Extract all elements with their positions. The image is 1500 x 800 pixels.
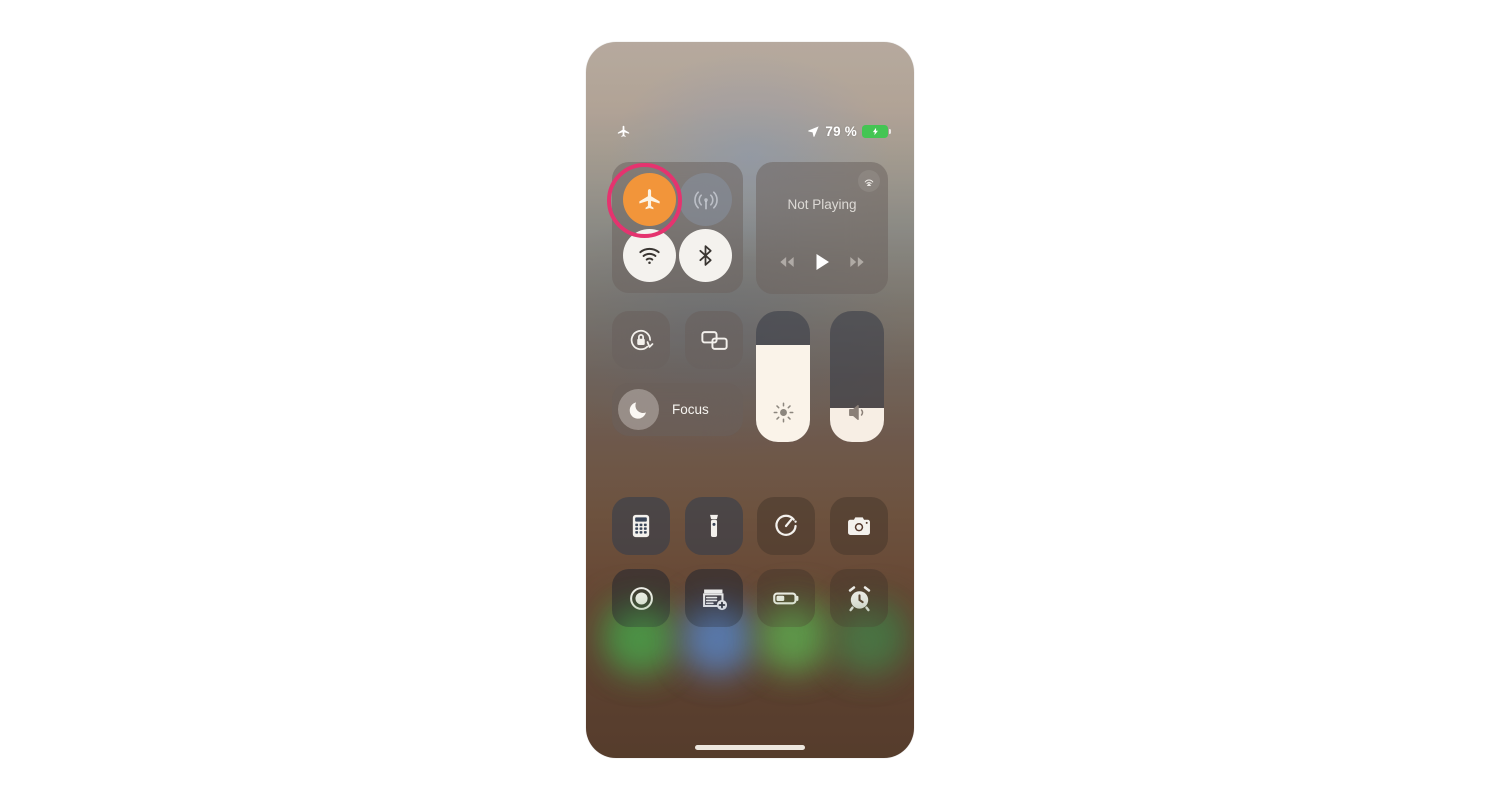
dock-app-blob <box>688 614 744 670</box>
now-playing-module[interactable]: Not Playing <box>756 162 888 294</box>
calculator-button[interactable] <box>612 497 670 555</box>
camera-icon <box>845 512 873 540</box>
volume-icon <box>830 401 884 424</box>
new-note-icon <box>700 584 729 613</box>
camera-button[interactable] <box>830 497 888 555</box>
now-playing-title: Not Playing <box>787 197 857 212</box>
dock-app-blob <box>762 612 818 668</box>
brightness-slider[interactable] <box>756 311 810 442</box>
home-indicator[interactable] <box>695 745 805 750</box>
moon-icon <box>618 389 659 430</box>
wifi-icon <box>637 243 662 268</box>
alarm-clock-icon <box>845 584 874 613</box>
screen-mirroring-button[interactable] <box>685 311 743 369</box>
cellular-data-toggle[interactable] <box>679 173 732 226</box>
low-power-battery-icon <box>771 583 801 613</box>
focus-label: Focus <box>672 402 709 417</box>
screen-record-icon <box>627 584 656 613</box>
rotation-lock-button[interactable] <box>612 311 670 369</box>
timer-button[interactable] <box>757 497 815 555</box>
screenshot-canvas: 79 % Not Playing Focus <box>0 0 1500 800</box>
bluetooth-toggle[interactable] <box>679 229 732 282</box>
forward-button[interactable] <box>847 252 867 272</box>
focus-button[interactable]: Focus <box>612 383 743 436</box>
airplane-icon <box>636 186 663 213</box>
flashlight-button[interactable] <box>685 497 743 555</box>
airplane-mode-toggle[interactable] <box>623 173 676 226</box>
play-button[interactable] <box>810 250 834 274</box>
calculator-icon <box>627 512 655 540</box>
bluetooth-icon <box>693 243 718 268</box>
rotation-lock-icon <box>626 325 656 355</box>
timer-icon <box>772 512 800 540</box>
cellular-icon <box>693 187 719 213</box>
dock-app-blob <box>836 614 892 670</box>
phone-screen: 79 % Not Playing Focus <box>586 42 914 758</box>
wifi-toggle[interactable] <box>623 229 676 282</box>
airplay-button[interactable] <box>858 170 880 192</box>
brightness-icon <box>756 401 810 424</box>
connectivity-module <box>612 162 743 293</box>
rewind-button[interactable] <box>777 252 797 272</box>
screen-mirroring-icon <box>699 325 730 356</box>
airplay-icon <box>862 174 876 188</box>
dock-app-blob <box>616 614 672 670</box>
flashlight-icon <box>700 512 728 540</box>
brightness-slider-fill <box>756 345 810 442</box>
volume-slider[interactable] <box>830 311 884 442</box>
